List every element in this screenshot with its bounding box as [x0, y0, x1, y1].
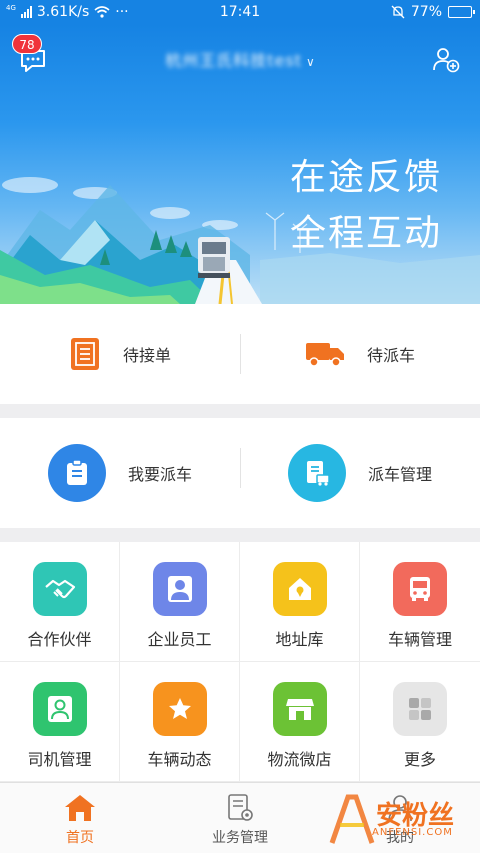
add-user-icon [433, 48, 460, 73]
employee-icon [152, 562, 207, 616]
truck-icon [305, 343, 344, 367]
dispatch-row: 我要派车 派车管理 [0, 418, 480, 528]
pending-task-row: 待接单 待派车 [0, 304, 480, 404]
grid-item-vehicles[interactable]: 车辆管理 [360, 542, 480, 662]
grid-item-logistics-shop[interactable]: 物流微店 [240, 662, 360, 782]
address-house-icon [272, 562, 327, 616]
grid-item-employees[interactable]: 企业员工 [120, 542, 240, 662]
tab-home[interactable]: 首页 [0, 783, 160, 853]
grid-label-logistics-shop: 物流微店 [267, 750, 332, 769]
mute-bell-icon [391, 5, 405, 19]
request-dispatch-button[interactable]: 我要派车 [0, 418, 240, 528]
grid-item-address-book[interactable]: 地址库 [240, 542, 360, 662]
bus-icon [393, 562, 447, 616]
request-dispatch-label: 我要派车 [127, 465, 192, 484]
pending-dispatch-button[interactable]: 待派车 [240, 304, 480, 404]
grid-label-vehicles: 车辆管理 [387, 630, 452, 649]
tab-home-label: 首页 [66, 830, 94, 846]
grid-label-address-book: 地址库 [275, 630, 324, 649]
grid-label-vehicle-status: 车辆动态 [147, 750, 212, 769]
tab-business[interactable]: 业务管理 [160, 783, 320, 853]
grid-label-more: 更多 [403, 750, 436, 769]
dispatch-management-label: 派车管理 [367, 465, 432, 484]
grid-item-vehicle-status[interactable]: 车辆动态 [120, 662, 240, 782]
chevron-down-icon: ∨ [305, 55, 315, 69]
business-icon [228, 794, 253, 821]
app-screen: 4G 3.61K/s ··· 17:41 77% 78 杭州王氏科技test ∨… [0, 0, 480, 853]
status-bar: 4G 3.61K/s ··· 17:41 77% [0, 0, 480, 25]
add-user-button[interactable] [432, 45, 460, 73]
watermark-logo-icon [329, 794, 375, 844]
tab-business-label: 业务管理 [212, 830, 268, 846]
banner-slogan: 在途反馈 全程互动 [290, 150, 442, 262]
slogan-line-2: 全程互动 [289, 213, 442, 254]
clipboard-icon [47, 444, 106, 502]
home-icon [65, 795, 95, 821]
battery-percent: 77% [410, 4, 442, 20]
battery-icon [448, 6, 475, 18]
driver-icon [32, 682, 87, 736]
grid-item-drivers[interactable]: 司机管理 [0, 662, 120, 782]
grid-label-employees: 企业员工 [147, 630, 212, 649]
handshake-icon [32, 562, 87, 616]
site-watermark: 安粉丝 ANFENSI.COM [328, 789, 478, 849]
function-grid: 合作伙伴 企业员工 地址库 车辆管理 司机管理 车辆动态 物流微店 更多 [0, 542, 480, 782]
company-switcher[interactable]: 杭州王氏科技test ∨ [0, 47, 480, 71]
more-grid-icon [393, 682, 447, 736]
grid-item-partners[interactable]: 合作伙伴 [0, 542, 120, 662]
grid-label-drivers: 司机管理 [27, 750, 92, 769]
star-icon [152, 682, 207, 736]
dispatch-management-button[interactable]: 派车管理 [240, 418, 480, 528]
order-doc-icon [70, 338, 99, 370]
hero-banner: 78 杭州王氏科技test ∨ 在途反馈 全程互动 [0, 25, 480, 304]
grid-label-partners: 合作伙伴 [27, 630, 92, 649]
manage-doc-icon [287, 444, 346, 502]
pending-orders-label: 待接单 [122, 346, 171, 365]
watermark-subtext: ANFENSI.COM [372, 827, 453, 838]
grid-item-more[interactable]: 更多 [360, 662, 480, 782]
pending-dispatch-label: 待派车 [366, 346, 415, 365]
pending-orders-button[interactable]: 待接单 [0, 304, 240, 404]
slogan-line-1: 在途反馈 [289, 157, 442, 198]
company-name: 杭州王氏科技test [165, 51, 302, 70]
shop-icon [272, 682, 327, 736]
